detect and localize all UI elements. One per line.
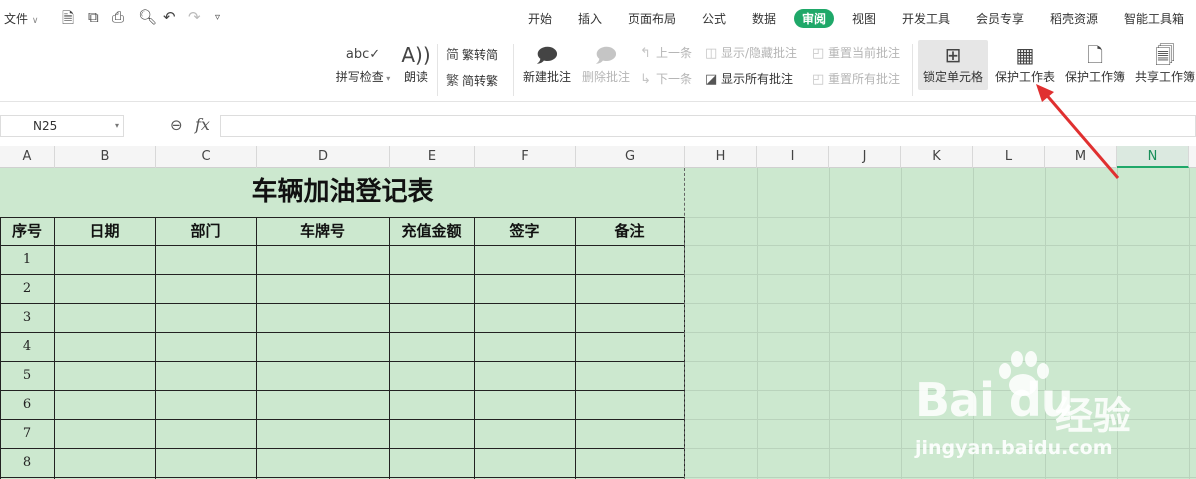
annotation-arrow [1036,84,1120,179]
arrow-line [1042,91,1120,179]
